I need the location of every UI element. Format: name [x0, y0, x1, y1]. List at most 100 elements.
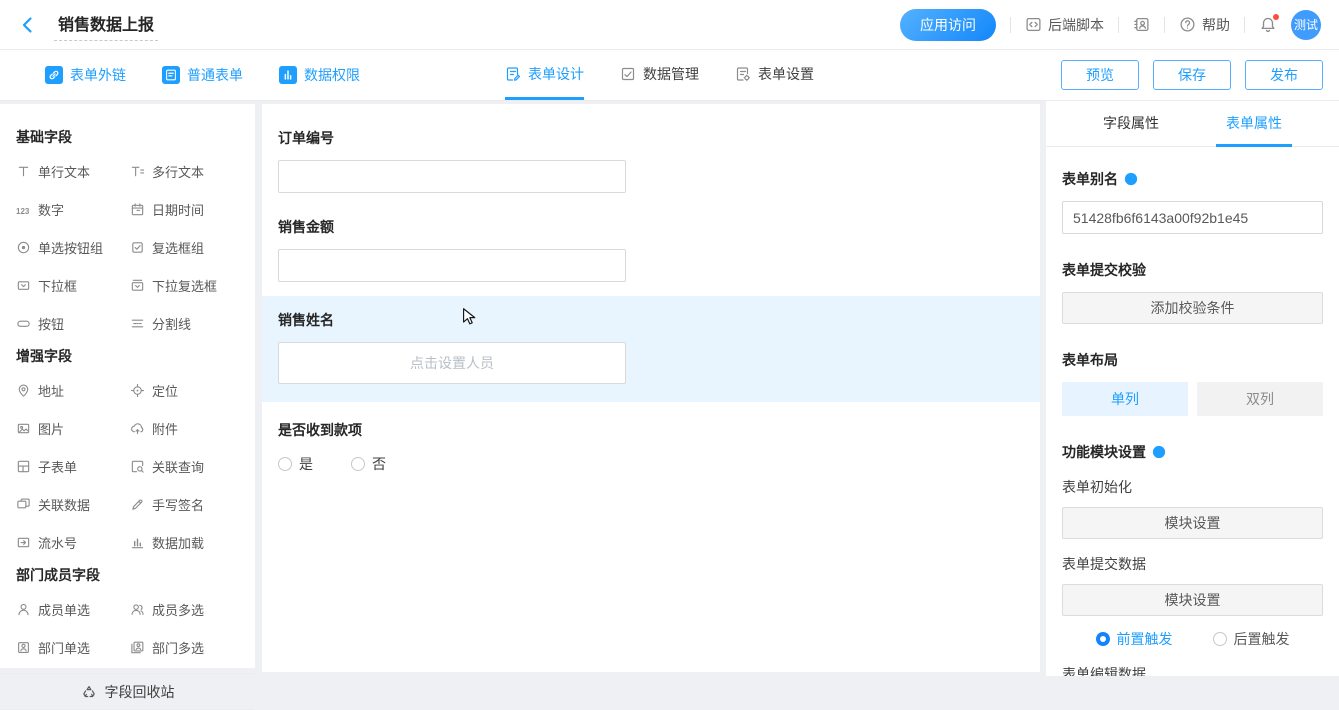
toolbar-action-表单外链[interactable]: 表单外链 [45, 65, 126, 85]
field-item-手写签名[interactable]: 手写签名 [130, 495, 239, 514]
signature-icon [130, 497, 145, 512]
contacts-button[interactable] [1133, 16, 1150, 33]
back-icon[interactable] [18, 15, 38, 35]
radio-group-icon [16, 240, 31, 255]
link-icon [45, 66, 63, 84]
field-item-label: 图片 [38, 419, 64, 438]
member-picker-input[interactable]: 点击设置人员 [278, 342, 626, 384]
dept-single-icon [16, 640, 31, 655]
toolbar-action-数据权限[interactable]: 数据权限 [279, 65, 360, 85]
保存-button[interactable]: 保存 [1153, 60, 1231, 90]
field-item-按钮[interactable]: 按钮 [16, 314, 122, 333]
page-title[interactable]: 销售数据上报 [54, 9, 158, 41]
field-item-label: 手写签名 [152, 495, 204, 514]
toolbar-action-label: 表单外链 [70, 65, 126, 85]
field-item-复选框组[interactable]: 复选框组 [130, 238, 239, 257]
field-item-定位[interactable]: 定位 [130, 381, 239, 400]
form-settings-icon [735, 66, 751, 82]
toolbar-action-普通表单[interactable]: 普通表单 [162, 65, 243, 85]
number-icon: 123 [16, 202, 31, 217]
field-item-分割线[interactable]: 分割线 [130, 314, 239, 333]
layout-toggle-group: 单列双列 [1062, 382, 1323, 416]
help-button[interactable]: 帮助 [1179, 15, 1230, 35]
发布-button[interactable]: 发布 [1245, 60, 1323, 90]
help-circle-icon[interactable]: ? [1124, 172, 1138, 186]
svg-text:?: ? [1128, 174, 1133, 184]
field-item-label: 复选框组 [152, 238, 204, 257]
location-icon [130, 383, 145, 398]
module-settings-label: 功能模块设置 ? [1062, 442, 1323, 462]
module-settings-button[interactable]: 模块设置 [1062, 584, 1323, 616]
canvas-field-label: 销售姓名 [278, 310, 1024, 330]
field-item-单行文本[interactable]: 单行文本 [16, 162, 122, 181]
field-item-关联数据[interactable]: 关联数据 [16, 495, 122, 514]
field-item-label: 单行文本 [38, 162, 90, 181]
add-validation-button[interactable]: 添加校验条件 [1062, 292, 1323, 324]
layout-option-双列[interactable]: 双列 [1197, 382, 1323, 416]
form-design-canvas[interactable]: 订单编号销售金额销售姓名点击设置人员是否收到款项是否 [262, 104, 1040, 672]
radio-option-是[interactable]: 是 [278, 454, 313, 474]
field-item-数字[interactable]: 123数字 [16, 200, 122, 219]
field-item-地址[interactable]: 地址 [16, 381, 122, 400]
field-item-数据加载[interactable]: 数据加载 [130, 533, 239, 552]
canvas-text-input[interactable] [278, 160, 626, 193]
tab-表单设计[interactable]: 表单设计 [505, 50, 584, 100]
field-item-部门单选[interactable]: 部门单选 [16, 638, 122, 657]
field-item-关联查询[interactable]: 关联查询 [130, 457, 239, 476]
field-recycle-bin-button[interactable]: 字段回收站 [0, 673, 255, 710]
trigger-radio-label: 后置触发 [1234, 629, 1290, 649]
radio-circle-icon [1213, 632, 1227, 646]
field-item-日期时间[interactable]: 日期时间 [130, 200, 239, 219]
avatar[interactable]: 测试 [1291, 10, 1321, 40]
panel-tab-表单属性[interactable]: 表单属性 [1216, 101, 1292, 147]
help-circle-icon[interactable]: ? [1152, 445, 1166, 459]
subform-icon [16, 459, 31, 474]
field-item-附件[interactable]: 附件 [130, 419, 239, 438]
canvas-field-是否收到款项[interactable]: 是否收到款项是否 [262, 410, 1040, 480]
backend-script-button[interactable]: 后端脚本 [1025, 15, 1104, 35]
trigger-radio-后置触发[interactable]: 后置触发 [1213, 629, 1290, 649]
field-item-下拉框[interactable]: 下拉框 [16, 276, 122, 295]
field-library-sidebar: 基础字段单行文本多行文本123数字日期时间单选按钮组复选框组下拉框下拉复选框按钮… [0, 104, 255, 668]
radio-option-否[interactable]: 否 [351, 454, 386, 474]
form-alias-input[interactable] [1062, 201, 1323, 234]
field-item-成员单选[interactable]: 成员单选 [16, 600, 122, 619]
radio-circle-icon [278, 457, 292, 471]
layout-option-单列[interactable]: 单列 [1062, 382, 1188, 416]
dept-multi-icon [130, 640, 145, 655]
properties-tabs: 字段属性 表单属性 [1046, 101, 1339, 147]
trigger-radio-前置触发[interactable]: 前置触发 [1096, 629, 1173, 649]
radio-options-row: 是否 [278, 454, 1024, 474]
properties-body: 表单别名 ? 表单提交校验 添加校验条件 表单布局 单列双列 功能模块设置 ? … [1046, 147, 1339, 676]
预览-button[interactable]: 预览 [1061, 60, 1139, 90]
field-item-子表单[interactable]: 子表单 [16, 457, 122, 476]
field-item-图片[interactable]: 图片 [16, 419, 122, 438]
canvas-field-销售金额[interactable]: 销售金额 [262, 207, 1040, 288]
datetime-icon [130, 202, 145, 217]
panel-tab-字段属性[interactable]: 字段属性 [1093, 101, 1169, 147]
divider [1164, 17, 1165, 33]
top-header: 销售数据上报 应用访问 后端脚本 帮助 [0, 0, 1339, 50]
toolbar-action-label: 普通表单 [187, 65, 243, 85]
field-item-label: 下拉框 [38, 276, 77, 295]
field-item-下拉复选框[interactable]: 下拉复选框 [130, 276, 239, 295]
field-item-多行文本[interactable]: 多行文本 [130, 162, 239, 181]
tab-数据管理[interactable]: 数据管理 [620, 50, 699, 100]
tab-表单设置[interactable]: 表单设置 [735, 50, 814, 100]
canvas-field-销售姓名[interactable]: 销售姓名点击设置人员 [262, 296, 1040, 402]
address-icon [16, 383, 31, 398]
module-settings-button[interactable]: 模块设置 [1062, 507, 1323, 539]
tab-label: 表单设置 [758, 64, 814, 84]
picker-placeholder: 点击设置人员 [410, 353, 494, 373]
radio-circle-icon [351, 457, 365, 471]
section-title: 部门成员字段 [16, 565, 239, 585]
notification-bell-icon[interactable] [1259, 16, 1277, 34]
field-item-单选按钮组[interactable]: 单选按钮组 [16, 238, 122, 257]
canvas-field-订单编号[interactable]: 订单编号 [262, 118, 1040, 199]
field-item-部门多选[interactable]: 部门多选 [130, 638, 239, 657]
field-item-流水号[interactable]: 流水号 [16, 533, 122, 552]
app-access-button[interactable]: 应用访问 [900, 9, 996, 41]
field-item-label: 定位 [152, 381, 178, 400]
canvas-text-input[interactable] [278, 249, 626, 282]
field-item-成员多选[interactable]: 成员多选 [130, 600, 239, 619]
